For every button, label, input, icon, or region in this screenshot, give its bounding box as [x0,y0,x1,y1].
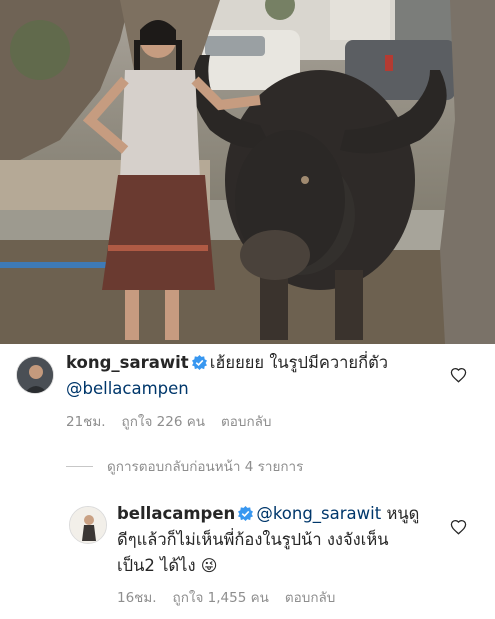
comment-likes[interactable]: ถูกใจ 226 คน [122,410,205,432]
comment-body: เฮ้ยยยย ในรูปมีควายกี่ตัว [209,353,389,372]
comment-likes[interactable]: ถูกใจ 1,455 คน [173,586,269,608]
photo-illustration [0,0,495,344]
comment-meta: 21ชม. ถูกใจ 226 คน ตอบกลับ [66,410,287,432]
comment-text-block: kong_sarawit เฮ้ยยยย ในรูปมีควายกี่ตัว @b… [66,350,436,402]
heart-outline-icon[interactable] [450,519,467,535]
comment-time: 16ชม. [117,590,157,606]
view-previous-replies[interactable]: ดูการตอบกลับก่อนหน้า 4 รายการ [66,455,303,477]
comment-body-line3: เป็น2 ได้ไง [117,556,196,575]
comment-meta: 16ชม. ถูกใจ 1,455 คน ตอบกลับ [117,586,351,608]
reply-button[interactable]: ตอบกลับ [285,586,335,608]
avatar-bellacampen[interactable] [69,506,107,544]
heart-outline-icon[interactable] [450,367,467,383]
view-replies-label[interactable]: ดูการตอบกลับก่อนหน้า 4 รายการ [107,455,303,477]
divider-line [66,465,93,467]
comment-text-block: bellacampen @kong_sarawit หนูดู ดีๆแล้วก็… [117,501,437,579]
verified-badge-icon [191,355,207,370]
comment-body-line1: หนูดู [386,504,420,523]
comment-username[interactable]: bellacampen [117,504,235,523]
post-photo [0,0,495,344]
comment-mention[interactable]: @kong_sarawit [256,504,381,523]
reply-button[interactable]: ตอบกลับ [221,410,271,432]
avatar-kong-sarawit[interactable] [16,356,54,394]
winking-tongue-emoji: 😜 [200,556,218,575]
comment-time: 21ชม. [66,414,106,430]
comment-body-line2: ดีๆแล้วก็ไม่เห็นพี่ก้องในรูปน้า งงจังเห็… [117,530,389,549]
verified-badge-icon [238,506,254,521]
comment-username[interactable]: kong_sarawit [66,353,189,372]
comment-mention[interactable]: @bellacampen [66,379,189,398]
